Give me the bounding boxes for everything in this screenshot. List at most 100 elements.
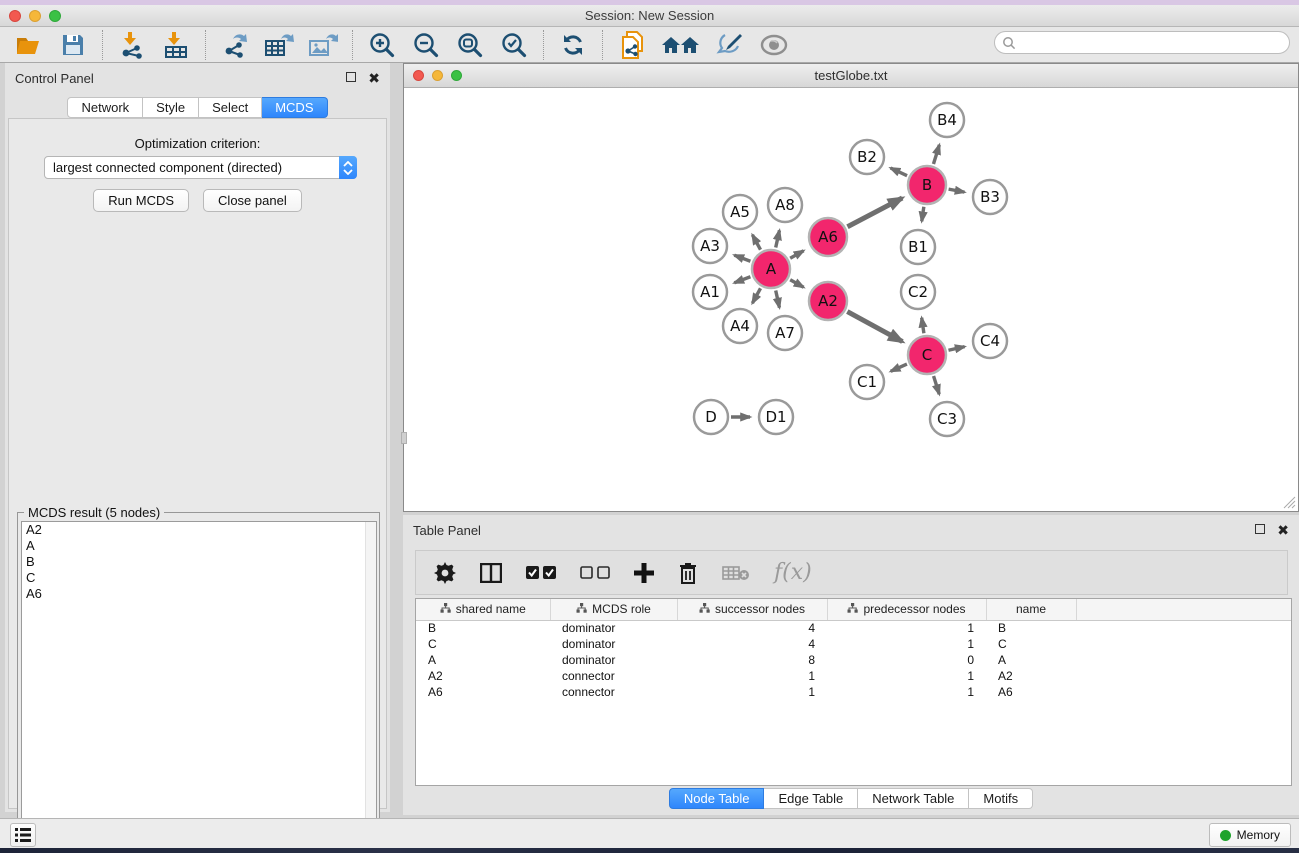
zoom-out-icon[interactable] [411,31,441,59]
tab-network-table[interactable]: Network Table [858,788,969,809]
table-cell[interactable]: dominator [550,620,677,636]
graph-edge-A-A6[interactable] [790,251,803,259]
node-table[interactable]: shared nameMCDS rolesuccessor nodesprede… [415,598,1292,786]
table-cell[interactable]: A [416,652,550,668]
mcds-result-item[interactable]: A2 [22,522,376,538]
table-cell[interactable]: 1 [827,684,986,700]
graph-edge-C-C2[interactable] [922,318,924,333]
table-cell[interactable]: connector [550,684,677,700]
zoom-selected-icon[interactable] [499,31,529,59]
column-header-predecessor-nodes[interactable]: predecessor nodes [827,599,986,620]
tab-motifs[interactable]: Motifs [969,788,1033,809]
graph-edge-A-A3[interactable] [734,255,750,261]
column-header-MCDS-role[interactable]: MCDS role [550,599,677,620]
memory-button[interactable]: Memory [1209,823,1291,847]
graph-edge-A-A1[interactable] [734,277,750,283]
search-input[interactable] [1016,36,1289,50]
graph-node-B2[interactable]: B2 [850,140,884,174]
run-mcds-button[interactable]: Run MCDS [93,189,189,212]
import-network-icon[interactable] [117,31,147,59]
graph-edge-A-A7[interactable] [776,290,780,307]
table-cell[interactable]: 1 [827,636,986,652]
delete-table-icon[interactable] [722,565,750,581]
refresh-icon[interactable] [558,31,588,59]
graph-node-A4[interactable]: A4 [723,309,757,343]
graph-node-A[interactable]: A [752,250,790,288]
mcds-result-item[interactable]: A [22,538,376,554]
table-cell[interactable]: dominator [550,636,677,652]
zoom-fit-icon[interactable] [455,31,485,59]
tab-style[interactable]: Style [143,97,199,118]
import-table-icon[interactable] [161,31,191,59]
graph-node-B3[interactable]: B3 [973,180,1007,214]
graph-node-A6[interactable]: A6 [809,218,847,256]
tab-select[interactable]: Select [199,97,262,118]
table-cell[interactable]: 1 [827,620,986,636]
graph-node-D[interactable]: D [694,400,728,434]
task-history-button[interactable] [10,823,36,847]
table-row[interactable]: A6connector11A6 [416,684,1291,700]
tab-network[interactable]: Network [67,97,143,118]
graph-edge-B-B4[interactable] [933,145,939,164]
open-folder-icon[interactable] [14,31,44,59]
export-image-icon[interactable] [308,31,338,59]
table-cell[interactable]: 4 [677,636,827,652]
graph-edge-A-A2[interactable] [790,280,803,288]
scrollbar[interactable] [365,522,376,842]
gear-icon[interactable] [434,562,456,584]
graph-node-B4[interactable]: B4 [930,103,964,137]
table-cell[interactable]: 4 [677,620,827,636]
delete-column-icon[interactable] [678,562,698,584]
mcds-result-item[interactable]: B [22,554,376,570]
table-cell[interactable]: C [416,636,550,652]
table-cell[interactable]: B [416,620,550,636]
graph-edge-A2-C[interactable] [847,312,902,342]
graph-edge-A6-B[interactable] [847,198,902,227]
table-cell[interactable]: connector [550,668,677,684]
new-network-from-selection-icon[interactable] [617,31,647,59]
mcds-result-item[interactable]: A6 [22,586,376,602]
search-field[interactable] [994,31,1290,54]
table-cell[interactable]: 0 [827,652,986,668]
export-table-icon[interactable] [264,31,294,59]
table-cell[interactable]: A2 [416,668,550,684]
deselect-all-icon[interactable] [580,566,610,580]
graph-node-C[interactable]: C [908,336,946,374]
table-cell[interactable]: 1 [677,684,827,700]
divider-grip[interactable] [401,432,407,444]
graph-node-A1[interactable]: A1 [693,275,727,309]
graph-edge-B-B1[interactable] [922,207,924,221]
column-header-name[interactable]: name [986,599,1076,620]
table-row[interactable]: Adominator80A [416,652,1291,668]
column-header-shared-name[interactable]: shared name [416,599,550,620]
graph-edge-B-B2[interactable] [891,168,908,176]
table-cell[interactable]: 8 [677,652,827,668]
graph-edge-B-B3[interactable] [949,189,965,192]
resize-grip-icon[interactable] [1283,496,1296,509]
graph-node-B1[interactable]: B1 [901,230,935,264]
zoom-in-icon[interactable] [367,31,397,59]
hide-graphics-details-icon[interactable] [715,31,745,59]
table-row[interactable]: Cdominator41C [416,636,1291,652]
float-panel-icon[interactable] [1255,524,1265,537]
network-graph[interactable]: B4B2BB3A8A5A6A3B1AA1C2A2A4A7C4CC1DD1C3 [404,88,1298,511]
graph-node-C2[interactable]: C2 [901,275,935,309]
export-network-icon[interactable] [220,31,250,59]
table-cell[interactable]: dominator [550,652,677,668]
graph-node-B[interactable]: B [908,166,946,204]
select-all-icon[interactable] [526,566,556,580]
graph-edge-A-A4[interactable] [752,288,760,303]
float-panel-icon[interactable] [346,72,356,85]
table-cell[interactable]: A2 [986,668,1076,684]
close-panel-icon[interactable]: ✖ [368,70,380,87]
table-cell[interactable]: A6 [986,684,1076,700]
graph-node-A3[interactable]: A3 [693,229,727,263]
table-cell[interactable]: 1 [827,668,986,684]
table-cell[interactable]: A [986,652,1076,668]
network-canvas[interactable]: B4B2BB3A8A5A6A3B1AA1C2A2A4A7C4CC1DD1C3 [404,88,1298,511]
home-icon[interactable] [661,31,701,59]
function-builder-icon[interactable]: f(x) [774,560,812,585]
graph-node-C4[interactable]: C4 [973,324,1007,358]
tab-node-table[interactable]: Node Table [669,788,765,809]
mcds-result-list[interactable]: A2ABCA6 [21,521,377,843]
